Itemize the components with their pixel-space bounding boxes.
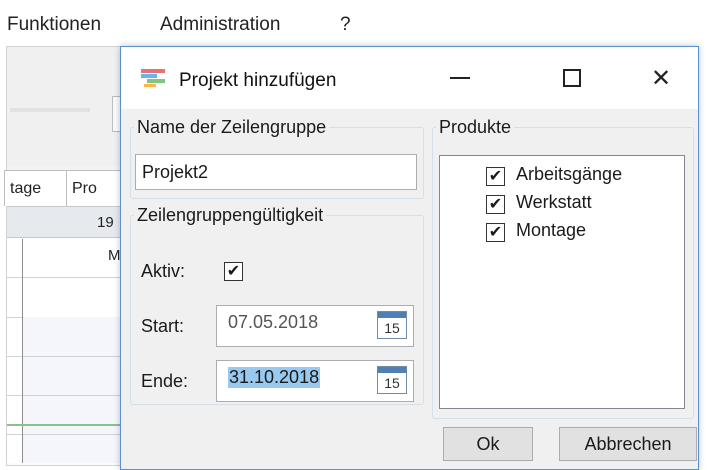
product-label: Werkstatt <box>516 192 592 212</box>
cancel-button[interactable]: Abbrechen <box>559 427 697 461</box>
group-name-input[interactable]: Projekt2 <box>135 154 417 190</box>
menu-administration[interactable]: Administration <box>160 14 280 36</box>
minimize-icon <box>450 77 470 79</box>
product-checkbox[interactable]: ✔ <box>486 167 505 186</box>
toolbar-slider-track[interactable] <box>10 108 90 112</box>
products-group-legend: Produkte <box>439 117 512 137</box>
dialog-title: Projekt hinzufügen <box>179 70 337 91</box>
menu-bar: Funktionen Administration ? <box>0 0 707 46</box>
close-icon: ✕ <box>650 64 672 92</box>
start-date-value[interactable]: 07.05.2018 <box>228 312 318 333</box>
calendar-day: 15 <box>384 375 400 391</box>
project-icon <box>141 69 165 87</box>
menu-help[interactable]: ? <box>340 14 351 36</box>
end-date-picker[interactable]: 31.10.2018 15 <box>216 360 414 402</box>
minimize-button[interactable] <box>432 57 488 99</box>
product-label: Arbeitsgänge <box>516 164 623 184</box>
add-project-dialog: Projekt hinzufügen ✕ Name der Zeilengrup… <box>120 46 699 470</box>
grid-divider <box>22 239 23 463</box>
check-icon: ✔ <box>226 262 241 280</box>
ok-button[interactable]: Ok <box>443 427 533 461</box>
start-label: Start: <box>141 316 185 336</box>
check-icon: ✔ <box>488 167 503 185</box>
active-label: Aktiv: <box>141 261 186 281</box>
validity-group-legend: Zeilengruppengültigkeit <box>137 205 324 225</box>
maximize-button[interactable] <box>544 57 600 99</box>
close-button[interactable]: ✕ <box>633 57 689 99</box>
calendar-icon[interactable]: 15 <box>377 366 407 394</box>
product-label: Montage <box>516 220 587 240</box>
active-checkbox[interactable]: ✔ <box>224 262 243 281</box>
name-group-legend: Name der Zeilengruppe <box>137 117 327 137</box>
menu-funktionen[interactable]: Funktionen <box>7 14 101 36</box>
start-date-picker[interactable]: 07.05.2018 15 <box>216 305 414 347</box>
check-icon: ✔ <box>488 223 503 241</box>
maximize-icon <box>563 69 581 87</box>
product-checkbox[interactable]: ✔ <box>486 223 505 242</box>
calendar-icon[interactable]: 15 <box>377 311 407 339</box>
products-list[interactable]: ✔ Arbeitsgänge ✔ Werkstatt ✔ Montage <box>439 155 685 409</box>
calendar-day: 15 <box>384 320 400 336</box>
end-label: Ende: <box>141 371 189 391</box>
grid-cell-day: M <box>108 247 121 264</box>
tab-montage[interactable]: tage <box>4 170 71 206</box>
grid-header-week: 19 <box>97 214 114 231</box>
product-checkbox[interactable]: ✔ <box>486 195 505 214</box>
check-icon: ✔ <box>488 195 503 213</box>
end-date-value[interactable]: 31.10.2018 <box>228 367 321 388</box>
dialog-titlebar: Projekt hinzufügen ✕ <box>121 47 698 109</box>
